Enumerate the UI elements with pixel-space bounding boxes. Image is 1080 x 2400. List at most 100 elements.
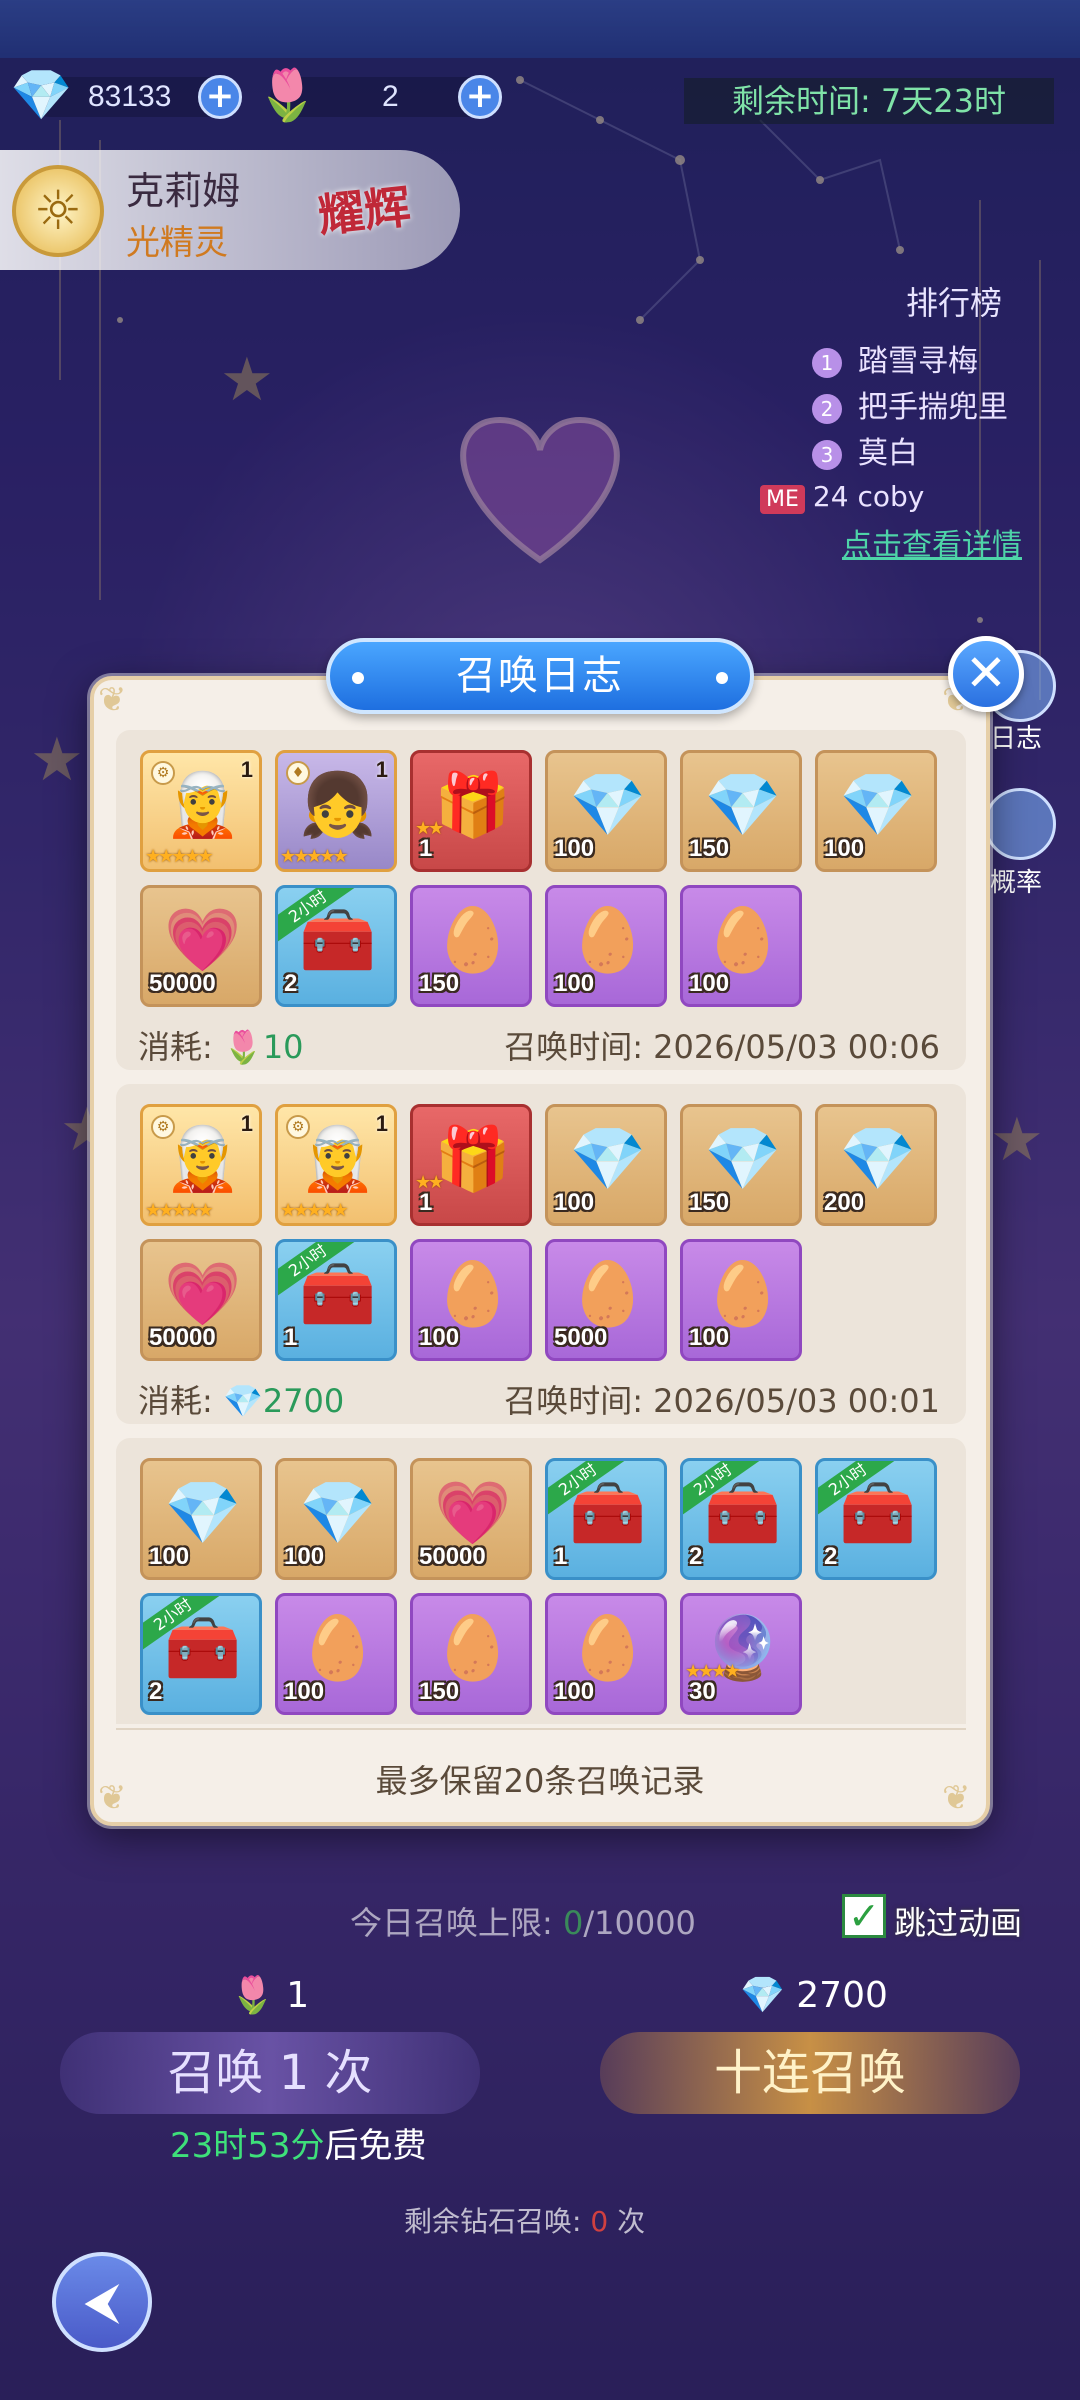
reward-item[interactable]: 🧰 2小时 1 [545, 1458, 667, 1580]
reward-item[interactable]: 🧰 2小时 1 [275, 1239, 397, 1361]
tulip-count: 2 [382, 80, 399, 113]
egg-icon: 🥚 [569, 1257, 647, 1330]
item-count: 100 [824, 835, 865, 862]
close-icon: ✕ [965, 644, 1007, 702]
hero-name: 克莉姆 [126, 169, 241, 213]
item-count: 100 [554, 1189, 595, 1216]
reward-item[interactable]: 🧝 ⚙ 1 ★★★★★ [140, 1104, 262, 1226]
rate-side-button[interactable] [984, 788, 1056, 860]
reward-item[interactable]: 🧰 2小时 2 [140, 1593, 262, 1715]
summon-ten-button[interactable]: 十连召唤 [600, 2032, 1020, 2114]
ranking-item: 1 踏雪寻梅 [812, 336, 978, 380]
diamond-icon: 💎 [10, 66, 73, 124]
summon-time-line: 召唤时间: 2026/05/03 00:01 [504, 1382, 940, 1420]
skip-animation-checkbox[interactable]: ✓ [842, 1894, 886, 1938]
rank-1-icon: 1 [812, 347, 842, 378]
add-diamond-button[interactable]: + [198, 75, 242, 119]
add-tulip-button[interactable]: + [458, 75, 502, 119]
item-count: 1 [419, 835, 433, 862]
rank-2-icon: 2 [812, 393, 842, 424]
item-count: 2 [824, 1543, 838, 1570]
character-portrait-icon: 🧝 [164, 1122, 242, 1195]
reward-item[interactable]: 🧝 ⚙ 1 ★★★★★ [275, 1104, 397, 1226]
hero-rarity-badge: 耀辉 [315, 179, 413, 243]
crystal-icon: 💗 [164, 1257, 242, 1330]
reward-item[interactable]: 🔮 ★★★★ 30 [680, 1593, 802, 1715]
tulip-icon: 🌷 [222, 1028, 263, 1066]
reward-item[interactable]: 🧰 2小时 2 [680, 1458, 802, 1580]
reward-item[interactable]: 🎁 ★★ 1 [410, 750, 532, 872]
reward-item[interactable]: 🥚 100 [545, 885, 667, 1007]
ranking-item: 2 把手揣兜里 [812, 382, 1008, 426]
dialog-title-banner: 召唤日志 [326, 638, 754, 714]
item-level: 1 [375, 1111, 388, 1136]
element-seal-icon: ♦ [286, 761, 310, 785]
element-seal-icon: ⚙ [151, 761, 175, 785]
summon-log-list[interactable]: 消耗: 🌷10 召唤时间: 2026/05/03 00:06 🧝 ⚙ 1 ★★★★★ 👧… [116, 730, 966, 1724]
reward-item[interactable]: 💗 50000 [140, 1239, 262, 1361]
star-rating: ★★★★★ [280, 1200, 349, 1221]
free-summon-countdown: 23时53分后免费 [170, 2126, 427, 2166]
reward-item[interactable]: 💗 50000 [410, 1458, 532, 1580]
item-count: 100 [689, 1324, 730, 1351]
reward-item[interactable]: 🥚 150 [410, 885, 532, 1007]
reward-item[interactable]: 💎 100 [545, 750, 667, 872]
crystal-icon: 💎 [299, 1476, 377, 1549]
crystal-icon: 💎 [569, 768, 647, 841]
egg-icon: 🥚 [434, 1257, 512, 1330]
ranking-detail-link[interactable]: 点击查看详情 [842, 520, 1022, 564]
crystal-icon: 💗 [434, 1476, 512, 1549]
element-seal-icon: ⚙ [286, 1115, 310, 1139]
reward-item[interactable]: 🧰 2小时 2 [815, 1458, 937, 1580]
close-button[interactable]: ✕ [948, 636, 1024, 712]
corner-ornament-icon: ❦ [98, 680, 127, 720]
item-level: 1 [240, 1111, 253, 1136]
item-count: 150 [689, 835, 730, 862]
dialog-title: 召唤日志 [456, 653, 624, 699]
log-entry: 消耗: 💎2700 召唤时间: 2026/05/03 00:01 🧝 ⚙ 1 ★★★★… [116, 1084, 966, 1424]
item-count: 1 [284, 1324, 298, 1351]
reward-item[interactable]: 👧 ♦ 1 ★★★★★ [275, 750, 397, 872]
reward-item[interactable]: 🥚 100 [275, 1593, 397, 1715]
reward-item[interactable]: 💎 100 [140, 1458, 262, 1580]
reward-item[interactable]: 🧝 ⚙ 1 ★★★★★ [140, 750, 262, 872]
star-rating: ★★★★★ [145, 846, 214, 867]
item-count: 2 [149, 1678, 163, 1705]
summon-one-button[interactable]: 召唤 1 次 [60, 2032, 480, 2114]
reward-item[interactable]: 💎 100 [545, 1104, 667, 1226]
crystal-icon: 💎 [164, 1476, 242, 1549]
reward-item[interactable]: 💎 100 [815, 750, 937, 872]
crystal-icon: 💎 [704, 768, 782, 841]
back-button[interactable]: ⮜ [52, 2252, 152, 2352]
ranking-item: 3 莫白 [812, 428, 918, 472]
cost-line: 消耗: 🌷10 [138, 1028, 304, 1066]
skip-animation-label: 跳过动画 [894, 1904, 1023, 1942]
reward-item[interactable]: 🥚 100 [680, 885, 802, 1007]
reward-item[interactable]: 🧰 2小时 2 [275, 885, 397, 1007]
reward-item[interactable]: 🥚 150 [410, 1593, 532, 1715]
reward-item[interactable]: 🥚 5000 [545, 1239, 667, 1361]
egg-icon: 🥚 [569, 903, 647, 976]
reward-item[interactable]: 💎 150 [680, 1104, 802, 1226]
light-element-icon: ☼ [12, 165, 104, 257]
item-count: 1 [419, 1189, 433, 1216]
item-count: 50000 [419, 1543, 486, 1570]
crystal-icon: 💎 [569, 1122, 647, 1195]
reward-item[interactable]: 💎 100 [275, 1458, 397, 1580]
reward-item[interactable]: 🎁 ★★ 1 [410, 1104, 532, 1226]
egg-icon: 🥚 [434, 903, 512, 976]
diamond-count: 83133 [88, 80, 172, 113]
reward-item[interactable]: 🥚 100 [545, 1593, 667, 1715]
diamond-icon: 💎 [222, 1382, 263, 1420]
character-portrait-icon: 🧝 [299, 1122, 377, 1195]
item-count: 100 [284, 1678, 325, 1705]
diamond-summon-remaining: 剩余钻石召唤: 0 次 [404, 2205, 646, 2238]
reward-item[interactable]: 💎 150 [680, 750, 802, 872]
item-count: 200 [824, 1189, 865, 1216]
log-entry: 消耗: 🌷10 召唤时间: 2026/05/03 00:06 🧝 ⚙ 1 ★★★★★ 👧… [116, 730, 966, 1070]
reward-item[interactable]: 💗 50000 [140, 885, 262, 1007]
reward-item[interactable]: 💎 200 [815, 1104, 937, 1226]
reward-item[interactable]: 🥚 100 [680, 1239, 802, 1361]
reward-item[interactable]: 🥚 100 [410, 1239, 532, 1361]
egg-icon: 🥚 [704, 903, 782, 976]
